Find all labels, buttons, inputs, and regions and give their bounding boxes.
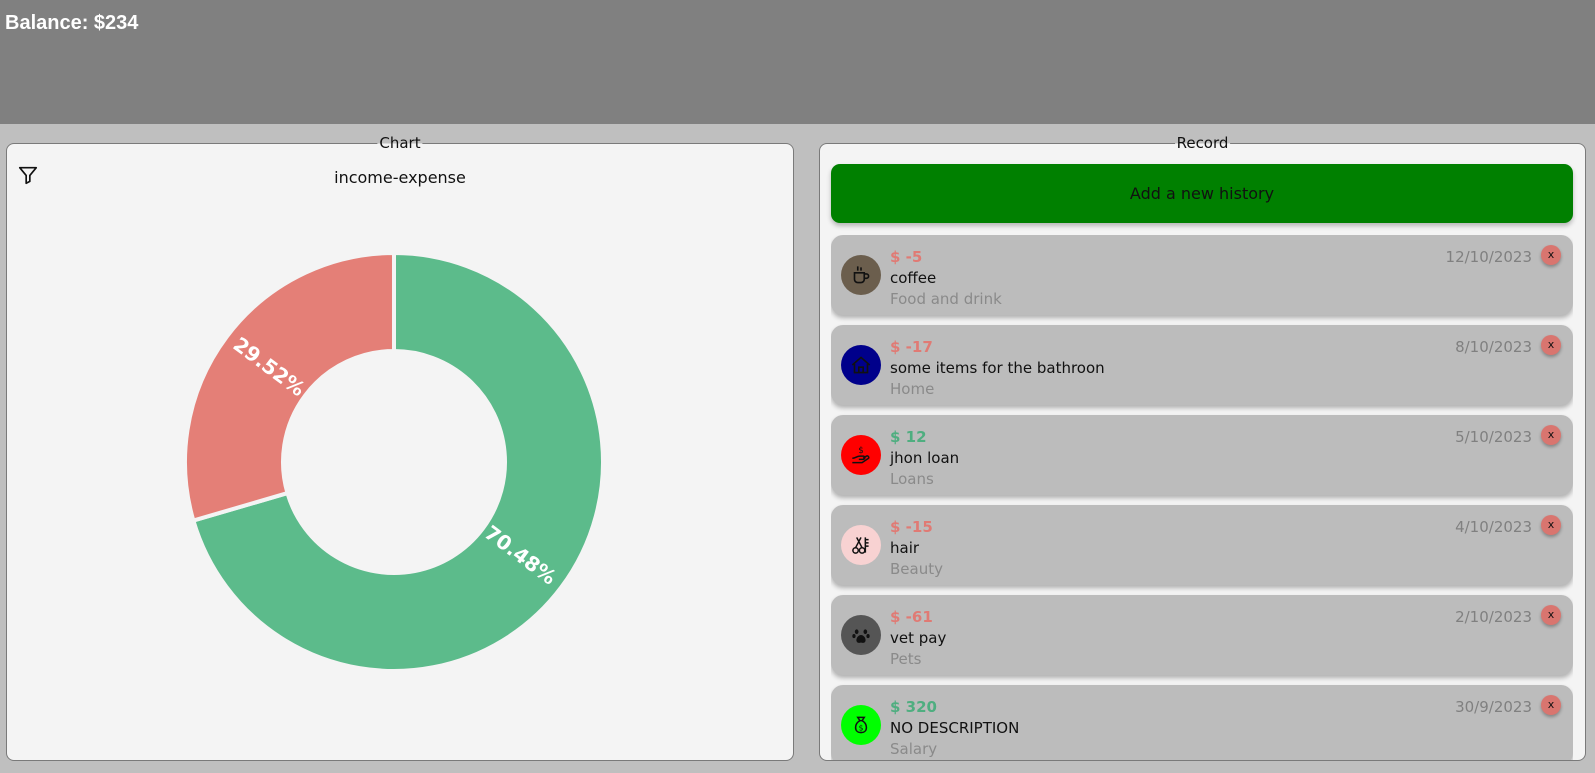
record-amount: $ -17 — [890, 338, 933, 356]
record-date: 4/10/2023 — [1455, 518, 1532, 536]
record-date: 30/9/2023 — [1455, 698, 1532, 716]
record-description: some items for the bathroon — [890, 359, 1105, 377]
record-item[interactable]: $ -15 hair Beauty 4/10/2023 x — [831, 505, 1573, 585]
balance-label: Balance: $234 — [5, 12, 139, 34]
record-date: 2/10/2023 — [1455, 608, 1532, 626]
record-item[interactable]: $ -61 vet pay Pets 2/10/2023 x — [831, 595, 1573, 675]
top-bar: Balance: $234 — [0, 0, 1595, 124]
record-category: Food and drink — [890, 290, 1002, 308]
record-description: coffee — [890, 269, 937, 287]
record-item[interactable]: $ $ 12 jhon loan Loans 5/10/2023 x — [831, 415, 1573, 495]
record-date: 8/10/2023 — [1455, 338, 1532, 356]
scissors-icon — [841, 525, 881, 565]
record-description: hair — [890, 539, 920, 557]
record-category: Loans — [890, 470, 934, 488]
delete-record-button[interactable]: x — [1541, 245, 1561, 265]
record-item[interactable]: $ -17 some items for the bathroon Home 8… — [831, 325, 1573, 405]
coffee-icon — [841, 255, 881, 295]
record-item[interactable]: $ $ 320 NO DESCRIPTION Salary 30/9/2023 … — [831, 685, 1573, 760]
donut-chart: 70.48%29.52% — [183, 250, 605, 673]
money-bag-icon: $ — [841, 705, 881, 745]
delete-record-button[interactable]: x — [1541, 425, 1561, 445]
record-amount: $ -5 — [890, 248, 923, 266]
home-icon — [841, 345, 881, 385]
record-description: jhon loan — [890, 449, 960, 467]
delete-record-button[interactable]: x — [1541, 695, 1561, 715]
record-date: 5/10/2023 — [1455, 428, 1532, 446]
record-amount: $ -61 — [890, 608, 933, 626]
paw-icon — [841, 615, 881, 655]
record-panel-legend: Record — [1174, 134, 1231, 152]
record-item[interactable]: $ -5 coffee Food and drink 12/10/2023 x — [831, 235, 1573, 315]
delete-record-button[interactable]: x — [1541, 515, 1561, 535]
add-history-button[interactable]: Add a new history — [831, 164, 1573, 223]
record-amount: $ 320 — [890, 698, 937, 716]
record-list: $ -5 coffee Food and drink 12/10/2023 x … — [831, 235, 1573, 760]
record-date: 12/10/2023 — [1445, 248, 1532, 266]
record-category: Home — [890, 380, 935, 398]
record-amount: $ 12 — [890, 428, 927, 446]
svg-text:$: $ — [859, 723, 864, 732]
record-description: vet pay — [890, 629, 947, 647]
record-category: Pets — [890, 650, 922, 668]
delete-record-button[interactable]: x — [1541, 605, 1561, 625]
record-panel: Record Add a new history $ -5 coffee Foo… — [819, 135, 1586, 761]
svg-text:$: $ — [858, 446, 864, 456]
loan-icon: $ — [841, 435, 881, 475]
record-amount: $ -15 — [890, 518, 933, 536]
record-description: NO DESCRIPTION — [890, 719, 1020, 737]
record-category: Beauty — [890, 560, 943, 578]
record-category: Salary — [890, 740, 938, 758]
delete-record-button[interactable]: x — [1541, 335, 1561, 355]
chart-panel: Chart income-expense 70.48% 29.52% — [6, 135, 794, 761]
